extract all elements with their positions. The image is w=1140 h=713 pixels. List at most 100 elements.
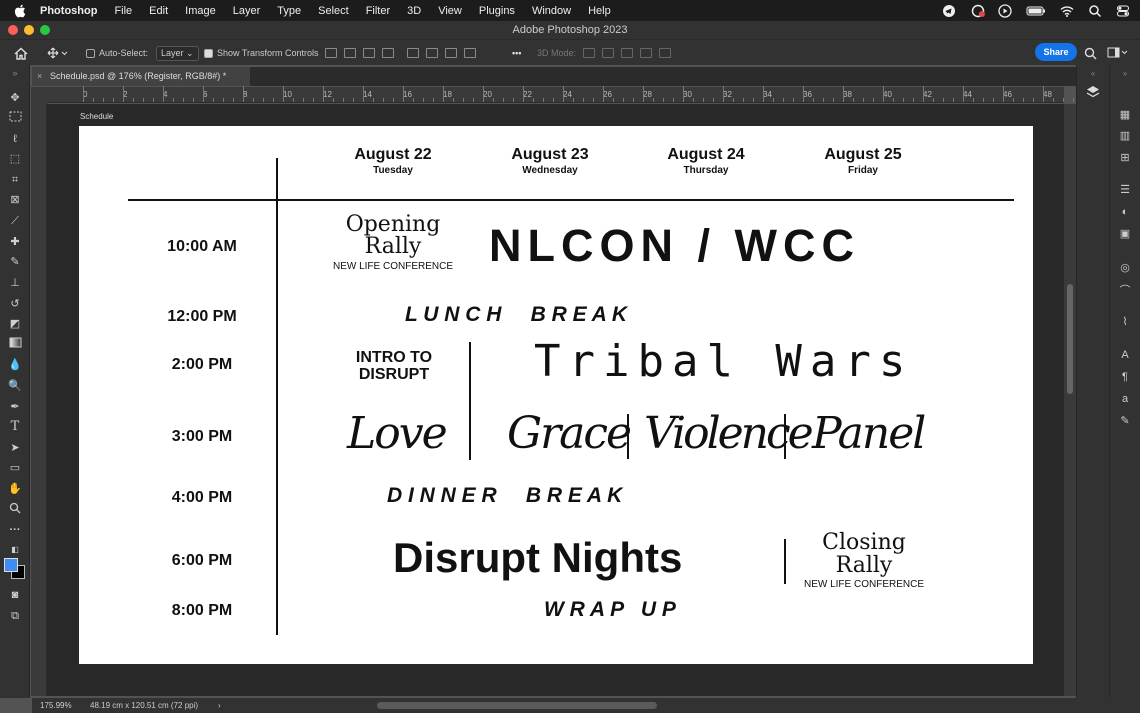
quick-mask-icon[interactable]: ◙ — [7, 587, 23, 603]
menu-file[interactable]: File — [114, 5, 132, 17]
artboard-label[interactable]: Schedule — [80, 112, 113, 121]
3d-roll-icon[interactable] — [602, 48, 614, 58]
more-options-icon[interactable]: ••• — [512, 40, 521, 66]
menu-edit[interactable]: Edit — [149, 5, 168, 17]
brush-tool-icon[interactable]: ✎ — [7, 254, 23, 270]
3d-pan-icon[interactable] — [621, 48, 633, 58]
adjustments-panel-icon[interactable]: ◐ — [1118, 205, 1132, 219]
properties-panel-icon[interactable]: ☰ — [1118, 183, 1132, 197]
share-button[interactable]: Share — [1035, 43, 1077, 61]
brushes-panel-icon[interactable]: ⌇ — [1118, 315, 1132, 329]
align-bottom-icon[interactable] — [445, 48, 457, 58]
zoom-window-button[interactable] — [40, 25, 50, 35]
color-panel-icon[interactable]: ▦ — [1118, 108, 1132, 122]
menu-3d[interactable]: 3D — [407, 5, 421, 17]
tab-schedule-psd[interactable]: × Schedule.psd @ 176% (Register, RGB/8#)… — [32, 67, 250, 86]
3d-orbit-icon[interactable] — [583, 48, 595, 58]
history-brush-tool-icon[interactable]: ↺ — [7, 296, 23, 312]
object-selection-tool-icon[interactable]: ⬚ — [7, 151, 23, 167]
foreground-color-swatch[interactable] — [4, 558, 18, 572]
play-icon[interactable] — [998, 3, 1012, 18]
align-top-icon[interactable] — [407, 48, 419, 58]
clone-stamp-tool-icon[interactable]: ⊥ — [7, 275, 23, 291]
menu-select[interactable]: Select — [318, 5, 349, 17]
rectangle-tool-icon[interactable]: ▭ — [7, 460, 23, 476]
align-center-h-icon[interactable] — [344, 48, 356, 58]
workspace-switcher-icon[interactable] — [1107, 40, 1129, 66]
vertical-ruler[interactable] — [31, 103, 47, 696]
default-colors-icon[interactable]: ◧ ⇄ — [7, 542, 23, 570]
vertical-scrollbar[interactable] — [1064, 104, 1076, 696]
channels-panel-icon[interactable]: ◎ — [1118, 261, 1132, 275]
wifi-icon[interactable] — [1060, 4, 1074, 18]
align-left-icon[interactable] — [325, 48, 337, 58]
menu-image[interactable]: Image — [185, 5, 216, 17]
edit-toolbar-icon[interactable]: ··· — [7, 522, 23, 538]
lasso-tool-icon[interactable]: ℓ — [7, 131, 23, 147]
menu-filter[interactable]: Filter — [366, 5, 390, 17]
pen-tool-icon[interactable]: ✒ — [7, 399, 23, 415]
hand-tool-icon[interactable]: ✋ — [7, 481, 23, 497]
layers-panel-icon[interactable] — [1086, 85, 1100, 99]
horizontal-ruler[interactable]: 0 2 4 6 8 10 12 14 16 18 20 22 24 26 28 30 32 34 36 38 40 42 4… — [47, 86, 1074, 103]
path-selection-tool-icon[interactable]: ➤ — [7, 440, 23, 456]
paths-panel-icon[interactable]: ⌒ — [1118, 284, 1132, 298]
align-right-icon[interactable] — [363, 48, 375, 58]
blur-tool-icon[interactable]: 💧 — [7, 357, 23, 373]
menu-view[interactable]: View — [438, 5, 462, 17]
close-tab-icon[interactable]: × — [37, 67, 42, 86]
show-transform-controls-checkbox[interactable]: Show Transform Controls — [204, 40, 319, 66]
character-panel-icon[interactable]: A — [1118, 348, 1132, 362]
menu-layer[interactable]: Layer — [233, 5, 261, 17]
libraries-panel-icon[interactable]: ▣ — [1118, 227, 1132, 241]
expand-panels-icon[interactable]: « — [1086, 67, 1100, 81]
battery-icon[interactable] — [1026, 4, 1046, 18]
ruler-corner[interactable] — [31, 87, 47, 103]
type-tool-icon[interactable]: T — [7, 419, 23, 435]
menu-photoshop[interactable]: Photoshop — [40, 5, 97, 17]
eyedropper-tool-icon[interactable]: ⟋ — [7, 213, 23, 229]
menu-type[interactable]: Type — [277, 5, 301, 17]
distribute-h-icon[interactable] — [382, 48, 394, 58]
3d-slide-icon[interactable] — [640, 48, 652, 58]
move-tool-icon[interactable]: ✥ — [7, 90, 23, 106]
gradient-tool-icon[interactable] — [7, 337, 23, 353]
artboard-schedule[interactable]: August 22 Tuesday August 23 Wednesday Au… — [79, 126, 1033, 664]
horizontal-scroll-thumb[interactable] — [377, 702, 657, 709]
spotlight-search-icon[interactable] — [1088, 4, 1102, 18]
vertical-scroll-thumb[interactable] — [1067, 284, 1073, 394]
zoom-tool-icon[interactable] — [7, 502, 23, 518]
search-icon[interactable] — [1084, 40, 1097, 66]
swatches-panel-icon[interactable]: ▥ — [1118, 129, 1132, 143]
telegram-icon[interactable] — [942, 4, 956, 18]
frame-tool-icon[interactable]: ⊠ — [7, 192, 23, 208]
dodge-tool-icon[interactable]: 🔍 — [7, 378, 23, 394]
status-arrow-icon[interactable]: › — [218, 698, 221, 713]
gradients-panel-icon[interactable]: ⊞ — [1118, 151, 1132, 165]
close-window-button[interactable] — [8, 25, 18, 35]
marquee-tool-icon[interactable] — [7, 111, 23, 127]
menu-window[interactable]: Window — [532, 5, 571, 17]
align-middle-v-icon[interactable] — [426, 48, 438, 58]
creative-cloud-icon[interactable] — [970, 4, 985, 18]
layer-dropdown[interactable]: Layer ⌄ — [152, 40, 203, 66]
distribute-v-icon[interactable] — [464, 48, 476, 58]
auto-select-checkbox[interactable]: Auto-Select: — [86, 40, 148, 66]
paragraph-panel-icon[interactable]: ¶ — [1118, 370, 1132, 384]
styles-panel-icon[interactable]: ✎ — [1118, 414, 1132, 428]
menu-plugins[interactable]: Plugins — [479, 5, 515, 17]
screen-mode-icon[interactable]: ⧉ — [7, 608, 23, 624]
crop-tool-icon[interactable]: ⌗ — [7, 172, 23, 188]
menu-help[interactable]: Help — [588, 5, 611, 17]
healing-brush-tool-icon[interactable]: ✚ — [7, 234, 23, 250]
move-tool-preset-icon[interactable] — [47, 40, 69, 66]
3d-scale-icon[interactable] — [659, 48, 671, 58]
control-center-icon[interactable] — [1116, 4, 1130, 18]
glyphs-panel-icon[interactable]: a — [1118, 392, 1132, 406]
collapse-dock-icon[interactable]: » — [1118, 67, 1132, 81]
apple-icon[interactable] — [14, 4, 28, 18]
eraser-tool-icon[interactable]: ◩ — [7, 316, 23, 332]
collapse-panel-icon[interactable]: » — [7, 65, 23, 81]
home-icon[interactable] — [14, 40, 28, 66]
minimize-window-button[interactable] — [24, 25, 34, 35]
